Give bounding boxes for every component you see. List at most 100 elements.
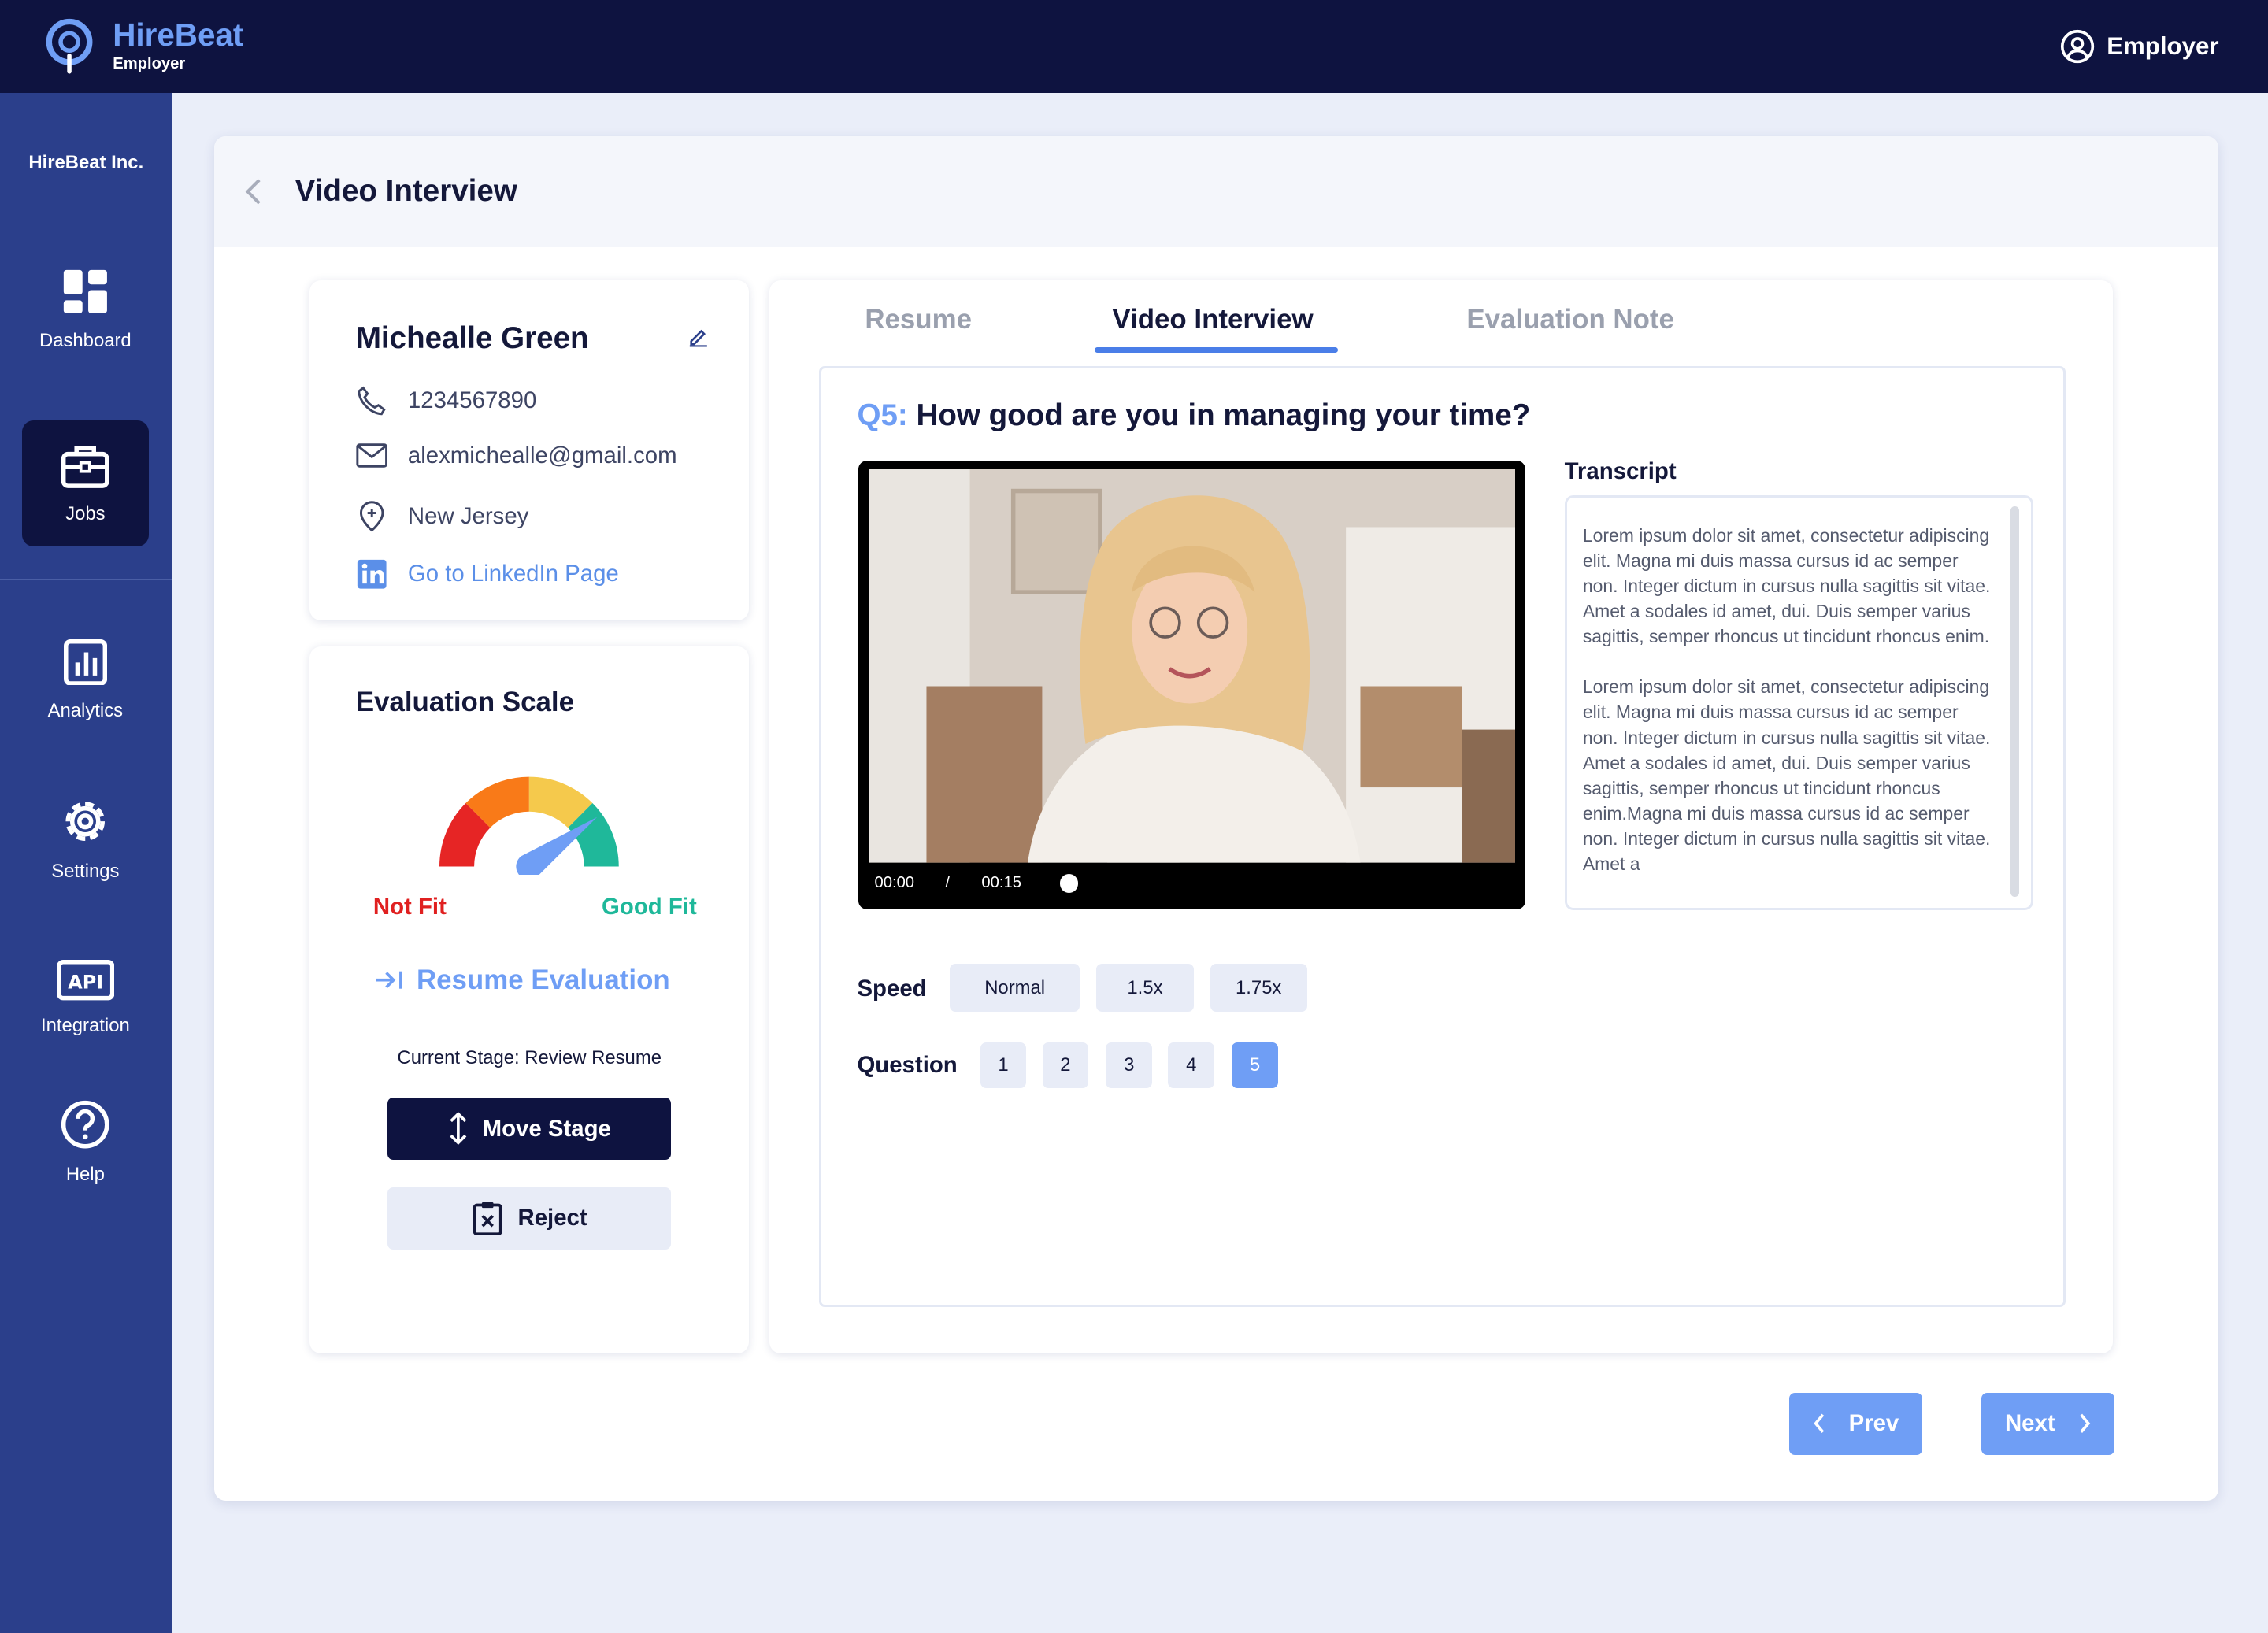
sidebar-item-label: Help [65, 1164, 105, 1186]
sidebar-divider [0, 578, 172, 580]
brand-name: HireBeat [113, 17, 244, 54]
sidebar-item-settings[interactable]: Settings [22, 776, 150, 902]
evaluation-title: Evaluation Scale [355, 687, 574, 718]
sidebar-item-label: Settings [51, 860, 120, 882]
gear-icon [65, 802, 106, 841]
candidate-name: Michealle Green [355, 320, 589, 355]
question-button-3[interactable]: 3 [1106, 1042, 1153, 1089]
sidebar-item-label: Integration [40, 1015, 130, 1037]
briefcase-icon [61, 446, 109, 488]
video-frame [869, 469, 1516, 863]
move-stage-button[interactable]: Move Stage [387, 1098, 672, 1160]
sidebar-item-jobs[interactable]: Jobs [21, 420, 150, 547]
tab-evaluation-note[interactable]: Evaluation Note [1466, 304, 1674, 335]
sidebar-item-help[interactable]: Help [22, 1080, 150, 1206]
svg-text:API: API [68, 972, 103, 994]
speed-label: Speed [857, 976, 927, 1002]
transcript-paragraph: Lorem ipsum dolor sit amet, consectetur … [1582, 676, 1991, 875]
user-circle-icon [2061, 29, 2095, 63]
chevron-left-icon [1813, 1414, 1824, 1434]
active-tab-indicator [1095, 346, 1338, 354]
candidate-email: alexmichealle@gmail.com [356, 443, 677, 469]
sidebar-item-analytics[interactable]: Analytics [22, 617, 150, 743]
video-total-time: 00:15 [981, 874, 1021, 892]
next-label: Next [2004, 1410, 2055, 1437]
video-current-time: 00:00 [874, 874, 915, 892]
dashboard-icon [63, 270, 107, 314]
transcript-text: Lorem ipsum dolor sit amet, consectetur … [1583, 523, 1994, 877]
question-button-2[interactable]: 2 [1042, 1042, 1089, 1089]
transcript-title: Transcript [1564, 457, 1677, 484]
arrow-to-bar-icon [376, 972, 402, 990]
next-button[interactable]: Next [1981, 1392, 2115, 1455]
brand-subtitle: Employer [113, 55, 186, 73]
reject-clipboard-icon [472, 1202, 502, 1236]
sidebar-item-integration[interactable]: API Integration [22, 935, 150, 1061]
sidebar-item-label: Dashboard [39, 329, 132, 351]
linkedin-label: Go to LinkedIn Page [407, 561, 619, 587]
video-interview-content: Q5: How good are you in managing your ti… [818, 365, 2066, 1308]
brand-logo[interactable]: HireBeat Employer [43, 17, 243, 75]
vertical-arrows-icon [449, 1112, 466, 1146]
sidebar: HireBeat Inc. Dashboard Jobs Analytics S… [0, 92, 172, 1633]
resume-evaluation-label: Resume Evaluation [416, 965, 670, 996]
phone-text: 1234567890 [407, 387, 537, 413]
hirebeat-logo-icon [46, 18, 93, 74]
reject-button[interactable]: Reject [387, 1187, 672, 1250]
prev-button[interactable]: Prev [1788, 1392, 1922, 1455]
linkedin-icon [357, 559, 387, 589]
org-name: HireBeat Inc. [28, 152, 144, 173]
not-fit-label: Not Fit [372, 894, 447, 920]
speed-option-normal[interactable]: Normal [950, 964, 1080, 1012]
sidebar-item-dashboard[interactable]: Dashboard [22, 247, 150, 373]
candidate-card: Michealle Green 1234567890 alexmichealle… [309, 280, 750, 620]
tab-resume[interactable]: Resume [865, 304, 972, 335]
analytics-icon [63, 639, 107, 686]
user-label: Employer [2107, 31, 2219, 60]
page-header: Video Interview [213, 135, 2219, 248]
location-pin-icon [359, 501, 384, 532]
resume-evaluation-link[interactable]: Resume Evaluation [373, 965, 670, 996]
speed-option-1-75x[interactable]: 1.75x [1210, 964, 1307, 1012]
phone-icon [357, 386, 386, 415]
location-text: New Jersey [407, 502, 529, 529]
transcript-scrollbar[interactable] [2010, 506, 2019, 898]
question-text: How good are you in managing your time? [916, 398, 1531, 433]
video-scrubber-handle[interactable] [1059, 874, 1079, 894]
candidate-phone: 1234567890 [356, 385, 536, 417]
sidebar-item-label: Analytics [47, 699, 124, 721]
help-icon [61, 1101, 109, 1150]
transcript-box[interactable]: Lorem ipsum dolor sit amet, consectetur … [1564, 495, 2033, 911]
good-fit-label: Good Fit [602, 894, 697, 920]
speed-option-1-5x[interactable]: 1.5x [1095, 964, 1195, 1012]
question-heading: Q5: How good are you in managing your ti… [857, 398, 1530, 433]
page-title: Video Interview [295, 174, 517, 209]
reject-label: Reject [517, 1205, 587, 1231]
back-chevron-icon[interactable] [243, 177, 264, 206]
api-icon: API [56, 960, 115, 1001]
evaluation-gauge [439, 776, 620, 876]
mail-icon [356, 443, 387, 468]
question-button-4[interactable]: 4 [1168, 1042, 1215, 1089]
interview-panel: Resume Video Interview Evaluation Note Q… [769, 280, 2114, 1354]
chevron-right-icon [2080, 1414, 2091, 1434]
email-text: alexmichealle@gmail.com [407, 443, 677, 468]
question-button-5[interactable]: 5 [1232, 1042, 1278, 1089]
question-selector-label: Question [857, 1052, 958, 1079]
main-card: Video Interview Michealle Green 12345678… [213, 135, 2219, 1502]
move-stage-label: Move Stage [482, 1115, 611, 1142]
sidebar-item-label: Jobs [65, 502, 106, 524]
question-number: Q5: [857, 398, 908, 433]
top-bar: HireBeat Employer Employer [0, 0, 2268, 93]
tab-video-interview[interactable]: Video Interview [1112, 304, 1313, 335]
evaluation-card: Evaluation Scale Not Fit Good Fit Resume… [309, 646, 750, 1354]
question-button-1[interactable]: 1 [980, 1042, 1027, 1089]
transcript-paragraph: Lorem ipsum dolor sit amet, consectetur … [1582, 524, 1991, 647]
edit-pencil-icon[interactable] [688, 327, 709, 347]
current-stage-text: Current Stage: Review Resume [397, 1046, 662, 1068]
video-time-separator: / [945, 874, 951, 892]
prev-label: Prev [1848, 1410, 1899, 1437]
user-menu[interactable]: Employer [2060, 29, 2219, 64]
linkedin-link[interactable]: Go to LinkedIn Page [356, 558, 619, 590]
video-player[interactable]: 00:00 / 00:15 [858, 461, 1525, 909]
